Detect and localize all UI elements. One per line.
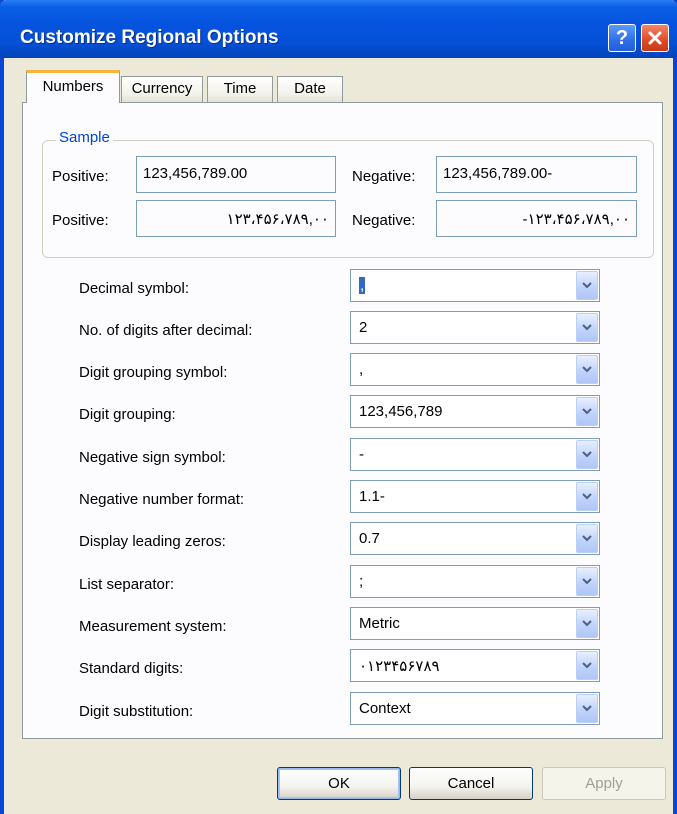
standard-digits-select[interactable]: ۰۱۲۳۴۵۶۷۸۹ xyxy=(350,649,600,682)
measurement-system-dropdown[interactable] xyxy=(576,609,598,638)
negative-sign-symbol-label: Negative sign symbol: xyxy=(79,449,226,466)
positive-sample-field: 123,456,789.00 xyxy=(136,156,336,193)
negative-sample-value: 123,456,789.00- xyxy=(443,165,553,182)
negative-number-format-label: Negative number format: xyxy=(79,491,245,508)
digit-substitution-label: Digit substitution: xyxy=(79,703,194,720)
standard-digits-dropdown[interactable] xyxy=(576,651,598,680)
chevron-down-icon xyxy=(582,662,592,669)
digit-grouping-symbol-select[interactable]: , xyxy=(350,353,600,386)
tab-date-label: Date xyxy=(294,80,326,97)
help-button[interactable]: ? xyxy=(608,24,636,52)
chevron-down-icon xyxy=(582,366,592,373)
title-bar[interactable]: Customize Regional Options ? xyxy=(0,0,677,58)
positive-native-sample-value: ۱۲۳،۴۵۶،۷۸۹,۰۰ xyxy=(226,211,329,228)
digit-grouping-value: 123,456,789 xyxy=(359,403,443,420)
chevron-down-icon xyxy=(582,620,592,627)
decimal-symbol-dropdown[interactable] xyxy=(576,271,598,300)
window-title: Customize Regional Options xyxy=(20,27,279,48)
close-icon xyxy=(648,31,662,45)
ok-button-label: OK xyxy=(328,775,350,792)
negative-native-sample-value: -۱۲۳،۴۵۶،۷۸۹,۰۰ xyxy=(522,211,630,228)
chevron-down-icon xyxy=(582,493,592,500)
measurement-system-label: Measurement system: xyxy=(79,618,227,635)
positive-sample-value: 123,456,789.00 xyxy=(143,165,248,182)
negative-native-sample-field: -۱۲۳،۴۵۶،۷۸۹,۰۰ xyxy=(436,200,637,237)
cancel-button-label: Cancel xyxy=(447,775,495,792)
cancel-button[interactable]: Cancel xyxy=(409,767,533,800)
list-separator-select[interactable]: ; xyxy=(350,565,600,598)
chevron-down-icon xyxy=(582,705,592,712)
digits-after-decimal-dropdown[interactable] xyxy=(576,313,598,342)
negative-native-label: Negative: xyxy=(352,212,416,229)
tab-numbers[interactable]: Numbers xyxy=(26,70,120,103)
question-icon: ? xyxy=(615,27,629,49)
standard-digits-value: ۰۱۲۳۴۵۶۷۸۹ xyxy=(359,658,440,675)
list-separator-dropdown[interactable] xyxy=(576,567,598,596)
tab-time[interactable]: Time xyxy=(207,76,273,102)
leading-zeros-label: Display leading zeros: xyxy=(79,533,226,550)
leading-zeros-select[interactable]: 0.7 xyxy=(350,522,600,555)
negative-number-format-value: 1.1- xyxy=(359,488,385,505)
tab-currency-label: Currency xyxy=(131,80,193,97)
sample-group-label: Sample xyxy=(56,129,113,146)
digits-after-decimal-select[interactable]: 2 xyxy=(350,311,600,344)
digit-grouping-label: Digit grouping: xyxy=(79,406,176,423)
measurement-system-select[interactable]: Metric xyxy=(350,607,600,640)
tab-numbers-label: Numbers xyxy=(42,78,104,95)
positive-native-label: Positive: xyxy=(52,212,109,229)
apply-button[interactable]: Apply xyxy=(542,767,666,800)
apply-button-label: Apply xyxy=(585,775,623,792)
negative-sign-symbol-value: - xyxy=(359,446,364,463)
digit-substitution-value: Context xyxy=(359,700,411,717)
digit-grouping-select[interactable]: 123,456,789 xyxy=(350,395,600,428)
leading-zeros-value: 0.7 xyxy=(359,530,380,547)
chevron-down-icon xyxy=(582,578,592,585)
digits-after-decimal-value: 2 xyxy=(359,319,368,336)
decimal-symbol-value: , xyxy=(359,277,366,294)
negative-number-format-dropdown[interactable] xyxy=(576,482,598,511)
digit-grouping-symbol-value: , xyxy=(359,361,364,378)
tab-date[interactable]: Date xyxy=(277,76,343,102)
decimal-symbol-select[interactable]: , xyxy=(350,269,600,302)
digit-substitution-dropdown[interactable] xyxy=(576,694,598,723)
negative-sign-symbol-select[interactable]: - xyxy=(350,438,600,471)
leading-zeros-dropdown[interactable] xyxy=(576,524,598,553)
positive-native-sample-field: ۱۲۳،۴۵۶،۷۸۹,۰۰ xyxy=(136,200,336,237)
close-button[interactable] xyxy=(641,24,669,52)
chevron-down-icon xyxy=(582,535,592,542)
digits-after-decimal-label: No. of digits after decimal: xyxy=(79,322,253,339)
digit-substitution-select[interactable]: Context xyxy=(350,692,600,725)
standard-digits-label: Standard digits: xyxy=(79,660,184,677)
negative-number-format-select[interactable]: 1.1- xyxy=(350,480,600,513)
digit-grouping-dropdown[interactable] xyxy=(576,397,598,426)
list-separator-value: ; xyxy=(359,573,364,590)
list-separator-label: List separator: xyxy=(79,576,175,593)
tab-time-label: Time xyxy=(223,80,257,97)
chevron-down-icon xyxy=(582,282,592,289)
chevron-down-icon xyxy=(582,324,592,331)
digit-grouping-symbol-label: Digit grouping symbol: xyxy=(79,364,228,381)
negative-sample-field: 123,456,789.00- xyxy=(436,156,637,193)
negative-sign-symbol-dropdown[interactable] xyxy=(576,440,598,469)
ok-button[interactable]: OK xyxy=(277,767,401,800)
tab-currency[interactable]: Currency xyxy=(121,76,203,102)
digit-grouping-symbol-dropdown[interactable] xyxy=(576,355,598,384)
chevron-down-icon xyxy=(582,408,592,415)
negative-label: Negative: xyxy=(352,168,416,185)
decimal-symbol-label: Decimal symbol: xyxy=(79,280,190,297)
positive-label: Positive: xyxy=(52,168,109,185)
measurement-system-value: Metric xyxy=(359,615,400,632)
chevron-down-icon xyxy=(582,451,592,458)
